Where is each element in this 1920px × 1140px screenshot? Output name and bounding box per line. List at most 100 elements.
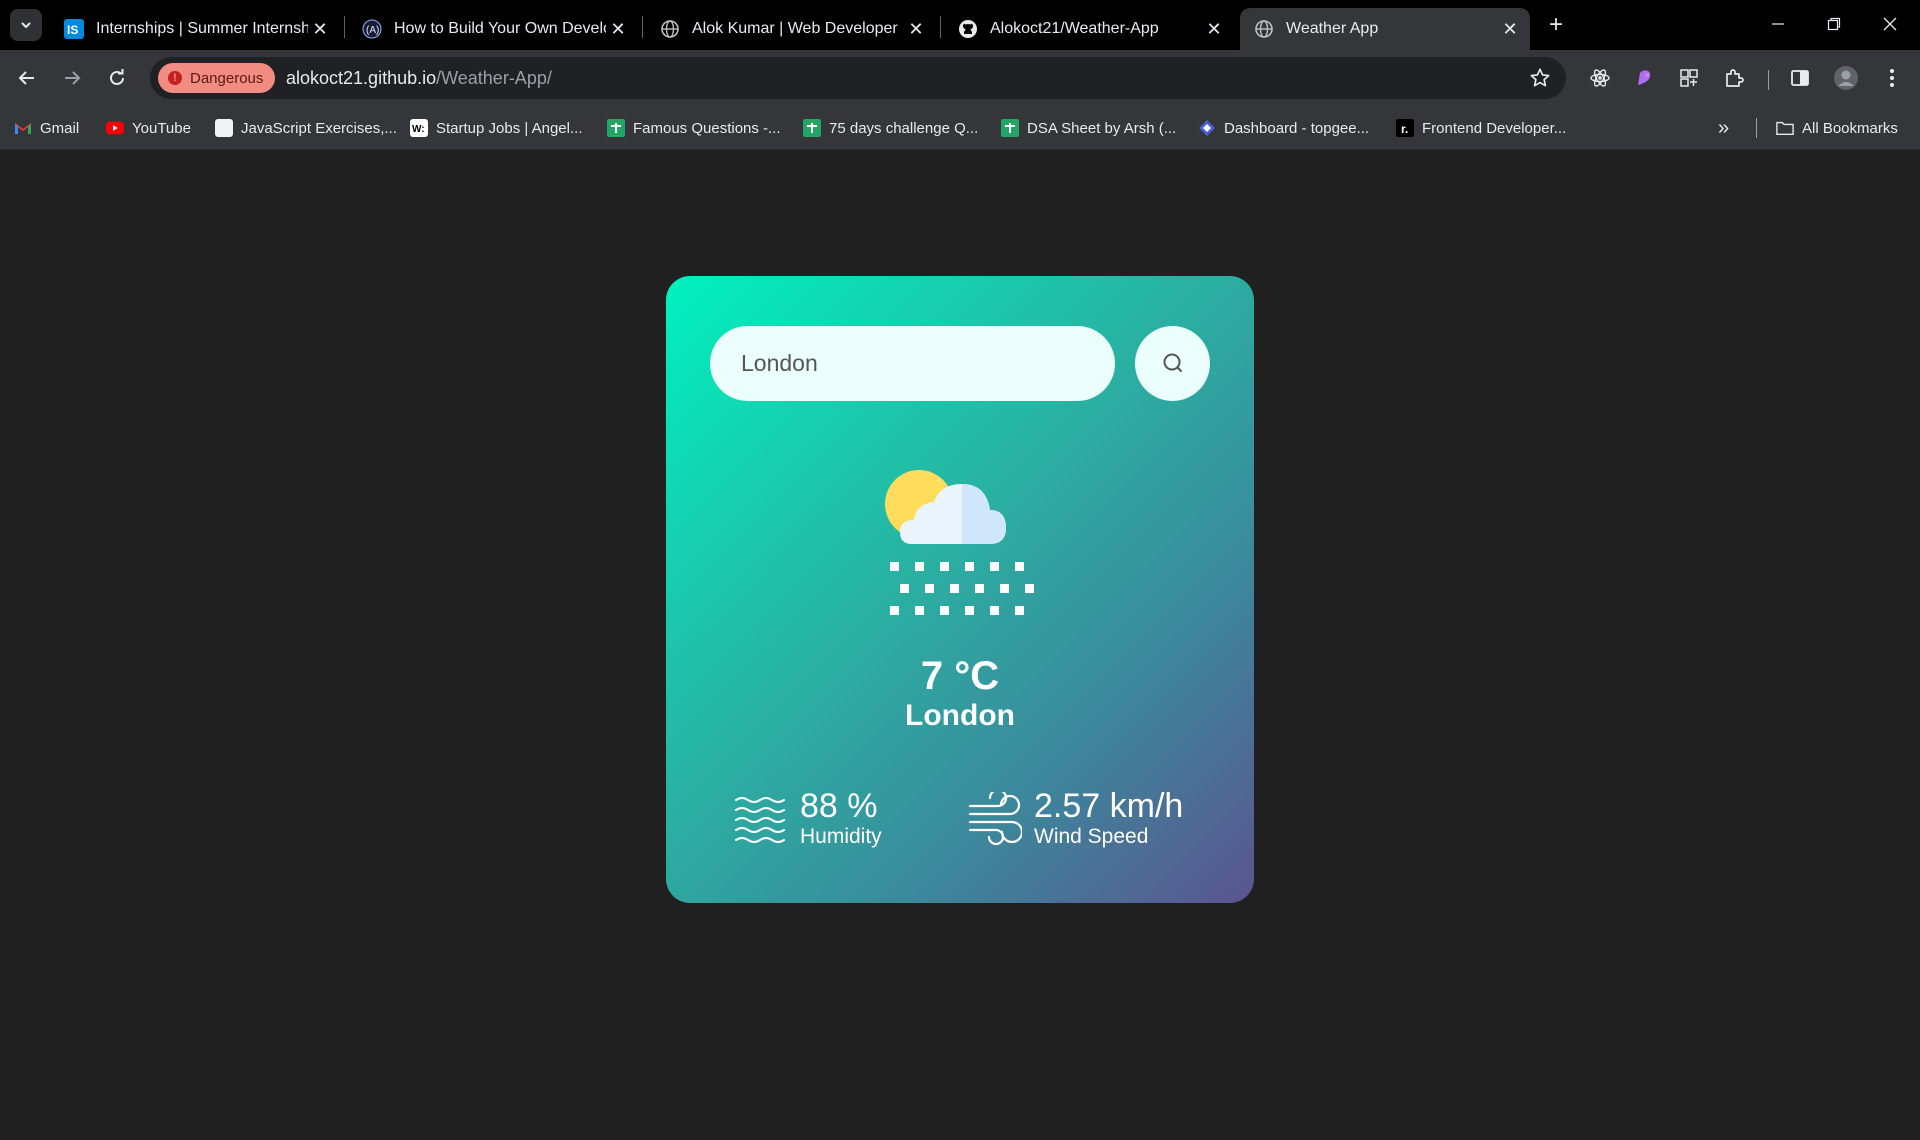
tab-divider [940,16,941,38]
wellfound-icon: W: [410,119,428,137]
youtube-icon [106,119,124,137]
puzzle-extension[interactable] [1673,62,1705,94]
tab-divider [642,16,643,38]
bookmark-label: JavaScript Exercises,... [241,119,397,137]
security-warning-badge[interactable]: ! Dangerous [158,63,276,93]
bookmark-famous-questions[interactable]: Famous Questions -... [607,116,781,140]
reload-button[interactable] [101,62,133,94]
atom-icon [1590,69,1610,87]
bookmark-javascript-exercises[interactable]: JavaScript Exercises,... [215,116,397,140]
side-panel-button[interactable] [1784,62,1816,94]
wind-text: 2.57 km/h Wind Speed [1034,788,1183,850]
bookmark-label: Famous Questions -... [633,119,781,137]
all-bookmarks-label: All Bookmarks [1802,119,1898,137]
react-devtools-extension[interactable] [1584,62,1616,94]
arrow-left-icon [18,71,34,85]
tab-build-developer[interactable]: (A) How to Build Your Own Develop ✕ [348,8,638,50]
wind-icon [968,792,1022,846]
bookmark-dashboard-topgeek[interactable]: Dashboard - topgee... [1198,116,1369,140]
tab-internships[interactable]: IS Internships | Summer Internship ✕ [50,8,340,50]
bookmark-label: Startup Jobs | Angel... [436,119,583,137]
back-button[interactable] [11,62,43,94]
restore-button[interactable] [1814,8,1854,40]
grid-extension-icon [1680,69,1698,87]
bookmark-startup-jobs[interactable]: W: Startup Jobs | Angel... [410,116,582,140]
bookmark-label: Dashboard - topgee... [1224,119,1370,137]
chevron-down-icon [21,22,31,29]
tab-title: Weather App [1286,20,1379,37]
humidity-panel: 88 % Humidity [734,788,882,850]
warning-icon: ! [168,71,182,85]
sheets-icon [607,119,625,137]
tab-title: How to Build Your Own Develop [394,20,606,37]
bookmarks-bar: Gmail YouTube JavaScript Exercises,... W… [0,106,1920,150]
tab-weather-app[interactable]: Weather App ✕ [1240,8,1530,50]
reload-icon [110,69,124,85]
bookmark-gmail[interactable]: Gmail [14,116,79,140]
close-icon[interactable]: ✕ [1498,17,1522,41]
bookmark-dsa-sheet[interactable]: DSA Sheet by Arsh (... [1001,116,1176,140]
weather-card: 7 °C London 88 % Humidity [666,276,1254,903]
svg-text:IS: IS [67,23,78,37]
temperature: 7 °C [920,654,1000,698]
url-text[interactable]: alokoct21.github.io/Weather-App/ [286,68,552,89]
side-panel-icon [1791,70,1809,86]
bookmark-frontend-developer[interactable]: r. Frontend Developer... [1396,116,1566,140]
bookmark-label: YouTube [132,119,191,137]
tab-strip: IS Internships | Summer Internship ✕ (A)… [0,0,1920,50]
toolbar-divider [1768,70,1769,90]
r-icon: r. [1396,119,1414,137]
extensions-button[interactable] [1718,62,1750,94]
close-icon[interactable]: ✕ [606,17,630,41]
bookmark-75-days-challenge[interactable]: 75 days challenge Q... [803,116,978,140]
close-window-button[interactable] [1870,8,1910,40]
bookmarks-divider [1756,118,1757,138]
bookmark-youtube[interactable]: YouTube [106,116,191,140]
more-bookmarks-button[interactable]: » [1718,116,1729,140]
paint-drop-icon [1638,70,1651,85]
minimize-icon [1772,23,1784,25]
bookmark-label: Gmail [40,119,80,137]
bookmark-star-button[interactable] [1528,66,1552,90]
puzzle-icon [1726,69,1744,87]
star-icon [1530,68,1550,87]
wind-panel: 2.57 km/h Wind Speed [968,788,1183,850]
restore-icon [1827,17,1841,31]
gmail-icon [14,119,32,137]
minimize-button[interactable] [1758,8,1798,40]
humidity-label: Humidity [800,825,882,848]
address-bar[interactable]: ! Dangerous alokoct21.github.io/Weather-… [150,57,1566,99]
arrow-right-icon [65,71,81,85]
forward-button[interactable] [56,62,88,94]
city-search-input[interactable] [710,326,1115,401]
internshala-icon: IS [64,19,84,39]
bookmark-label: 75 days challenge Q... [829,119,979,137]
close-icon [1883,17,1897,31]
menu-button[interactable] [1876,62,1908,94]
color-extension[interactable] [1628,62,1660,94]
close-icon[interactable]: ✕ [1202,17,1226,41]
humidity-value: 88 % [800,787,878,825]
page-icon [215,119,233,137]
search-button[interactable] [1135,326,1210,401]
bookmark-label: Frontend Developer... [1422,119,1567,137]
sheets-icon [1001,119,1019,137]
double-chevron-right-icon: » [1718,116,1730,139]
tab-title: Internships | Summer Internship [96,20,308,37]
all-bookmarks-button[interactable]: All Bookmarks [1776,116,1898,140]
close-icon[interactable]: ✕ [308,17,332,41]
tab-divider [344,16,345,38]
close-icon[interactable]: ✕ [904,17,928,41]
tab-title: Alok Kumar | Web Developer [692,20,898,37]
sheets-icon [803,119,821,137]
tab-search-button[interactable] [10,9,42,41]
folder-icon [1776,119,1794,137]
github-icon [958,19,978,39]
plus-icon: + [1548,11,1563,38]
new-tab-button[interactable]: + [1542,11,1570,39]
tab-alok-kumar[interactable]: Alok Kumar | Web Developer ✕ [646,8,936,50]
globe-icon [660,19,680,39]
tab-github-weather-app[interactable]: Alokoct21/Weather-App ✕ [944,8,1234,50]
url-host: alokoct21.github.io [286,68,437,88]
profile-button[interactable] [1830,62,1862,94]
